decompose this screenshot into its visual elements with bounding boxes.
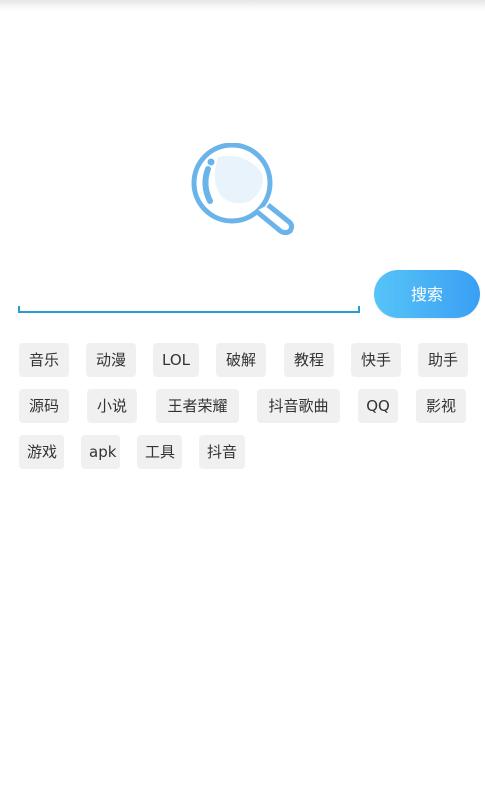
tag-item[interactable]: 破解 [216,343,266,377]
search-button[interactable]: 搜索 [374,270,480,318]
tag-item[interactable]: 小说 [87,389,137,423]
tag-item[interactable]: 源码 [19,389,69,423]
search-input-underline [18,311,360,313]
tag-item[interactable]: 影视 [416,389,466,423]
tag-item[interactable]: 教程 [284,343,334,377]
tag-item[interactable]: 助手 [418,343,468,377]
search-input[interactable] [20,284,358,312]
tag-item[interactable]: 快手 [351,343,401,377]
tag-item[interactable]: QQ [358,389,398,423]
tag-item[interactable]: 王者荣耀 [156,389,239,423]
tag-item[interactable]: 动漫 [86,343,136,377]
status-bar-shadow [0,0,485,12]
tag-item[interactable]: apk [81,435,120,469]
search-page: 搜索 音乐 动漫 LOL 破解 教程 快手 助手 源码 小说 王者荣耀 抖音歌曲… [0,0,485,785]
tag-item[interactable]: LOL [153,343,199,377]
tag-item[interactable]: 游戏 [19,435,64,469]
search-row: 搜索 [18,270,480,318]
tag-item[interactable]: 抖音 [199,435,245,469]
magnifier-logo-icon [191,143,295,236]
tag-item[interactable]: 抖音歌曲 [257,389,340,423]
tag-item[interactable]: 音乐 [19,343,69,377]
search-underline-left-tick [18,306,20,312]
tag-item[interactable]: 工具 [137,435,182,469]
search-underline-right-tick [358,306,360,312]
